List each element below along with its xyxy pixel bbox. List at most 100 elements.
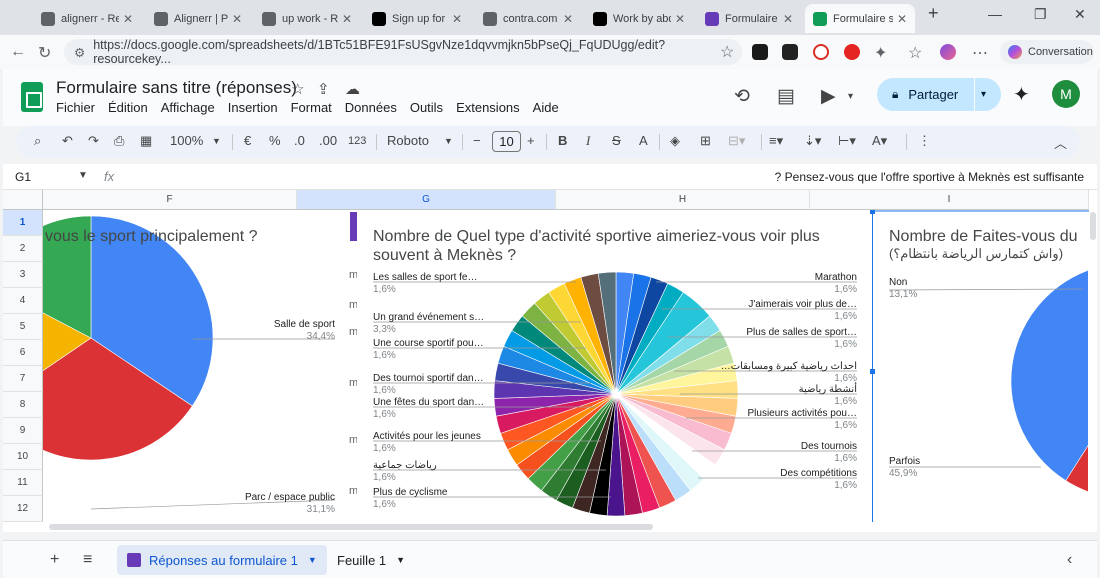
share-button[interactable]: 🔒︎ Partager ▾	[877, 78, 1001, 111]
name-box-dropdown-icon[interactable]: ▼	[78, 170, 88, 181]
menu-item-4[interactable]: Insertion	[228, 100, 278, 115]
increase-decimal-button[interactable]: .00	[319, 133, 337, 148]
strikethrough-button[interactable]: S	[612, 133, 621, 148]
chart-sport-location[interactable]	[43, 210, 349, 522]
extension-icon-4[interactable]	[844, 44, 860, 60]
avatar[interactable]: M	[1052, 80, 1080, 108]
italic-button[interactable]: I	[586, 133, 590, 149]
extension-icon-1[interactable]	[752, 44, 768, 60]
conversation-button[interactable]: Conversation	[1000, 40, 1094, 64]
decrease-font-size-button[interactable]: −	[473, 133, 481, 148]
back-icon[interactable]: ←	[10, 43, 26, 61]
font-dropdown-icon[interactable]: ▼	[444, 136, 453, 146]
vertical-scrollbar[interactable]	[1089, 190, 1097, 532]
version-history-icon[interactable]: ⟲	[734, 85, 750, 108]
tab-close-icon[interactable]: ✕	[563, 12, 573, 26]
text-wrapping-icon[interactable]: ⊢▾	[838, 133, 856, 149]
extension-icon-2[interactable]	[782, 44, 798, 60]
site-info-icon[interactable]: ⚙	[74, 45, 85, 60]
resize-handle[interactable]	[870, 369, 875, 374]
tab-close-icon[interactable]: ✕	[452, 12, 462, 26]
meet-dropdown-icon[interactable]: ▾	[848, 91, 853, 102]
zoom-select[interactable]: 100%	[170, 133, 203, 148]
row-header[interactable]: 6	[3, 340, 43, 366]
sheet-tab-dropdown-icon[interactable]: ▼	[396, 555, 405, 565]
minimize-icon[interactable]: —	[988, 6, 1002, 22]
browser-tab-5[interactable]: contra.com - ✕	[475, 4, 581, 33]
comments-icon[interactable]: ▤	[777, 85, 795, 108]
menu-item-1[interactable]: Fichier	[56, 100, 95, 115]
browser-tab-8[interactable]: Formulaire sa ✕	[805, 4, 915, 33]
all-sheets-icon[interactable]: ≡	[83, 551, 92, 569]
text-rotation-icon[interactable]: A▾	[872, 133, 887, 149]
percent-button[interactable]: %	[269, 133, 281, 148]
row-header[interactable]: 3	[3, 262, 43, 288]
column-header[interactable]: I	[810, 190, 1089, 210]
tab-close-icon[interactable]: ✕	[342, 12, 352, 26]
browser-tab-4[interactable]: Sign up for U ✕	[364, 4, 470, 33]
menu-item-5[interactable]: Format	[291, 100, 332, 115]
row-header[interactable]: 8	[3, 392, 43, 418]
resize-handle[interactable]	[870, 210, 875, 214]
row-header[interactable]: 7	[3, 366, 43, 392]
merge-cells-icon[interactable]: ⊟▾	[728, 133, 745, 149]
gemini-icon[interactable]: ✦	[1013, 82, 1030, 107]
fill-color-icon[interactable]: ◈	[670, 133, 680, 149]
row-header[interactable]: 9	[3, 418, 43, 444]
print-icon[interactable]: ⎙	[114, 133, 124, 149]
menu-item-6[interactable]: Données	[345, 100, 397, 115]
bold-button[interactable]: B	[558, 133, 567, 148]
row-header[interactable]: 1	[3, 210, 43, 236]
menu-item-2[interactable]: Édition	[108, 100, 148, 115]
menu-item-8[interactable]: Extensions	[456, 100, 520, 115]
horizontal-scrollbar[interactable]	[43, 522, 1089, 532]
browser-tab-2[interactable]: Alignerr | Pow ✕	[146, 4, 250, 33]
sheet-tab-2[interactable]: Feuille 1 ▼	[327, 545, 415, 575]
column-header[interactable]: H	[556, 190, 810, 210]
row-header[interactable]: 11	[3, 470, 43, 496]
tab-close-icon[interactable]: ✕	[123, 12, 133, 26]
restore-icon[interactable]: ❐	[1034, 6, 1047, 23]
document-title[interactable]: Formulaire sans titre (réponses)	[56, 78, 297, 98]
zoom-dropdown-icon[interactable]: ▼	[212, 136, 221, 146]
menu-item-9[interactable]: Aide	[533, 100, 559, 115]
text-color-button[interactable]: A	[639, 133, 648, 148]
collapse-toolbar-icon[interactable]: ︿	[1054, 133, 1067, 152]
search-menus-icon[interactable]: ⌕	[34, 133, 41, 149]
spreadsheet-grid[interactable]: FGHI 1 2 3 4 5 6 7 8 9 10 11 12 vous le sport princ…	[3, 190, 1097, 532]
star-icon[interactable]: ☆	[291, 80, 304, 98]
select-all-corner[interactable]	[3, 190, 43, 210]
currency-button[interactable]: €	[244, 133, 251, 148]
sheet-tab-1[interactable]: Réponses au formulaire 1 ▼	[117, 545, 327, 575]
new-tab-icon[interactable]: +	[928, 3, 939, 24]
formula-input[interactable]: ? Pensez-vous que l'offre sportive à Mek…	[775, 170, 1084, 184]
vertical-align-icon[interactable]: ⇣▾	[804, 133, 821, 149]
sheet-tab-dropdown-icon[interactable]: ▼	[308, 555, 317, 565]
decrease-decimal-button[interactable]: .0	[294, 133, 305, 148]
increase-font-size-button[interactable]: +	[527, 133, 535, 148]
tab-close-icon[interactable]: ✕	[783, 12, 793, 26]
explore-collapse-icon[interactable]: ‹	[1067, 551, 1072, 569]
more-toolbar-icon[interactable]: ⋮	[918, 133, 931, 149]
profile-icon[interactable]	[940, 44, 956, 60]
menu-item-3[interactable]: Affichage	[161, 100, 215, 115]
row-header[interactable]: 10	[3, 444, 43, 470]
move-folder-icon[interactable]: ⇪	[317, 80, 330, 98]
url-bar[interactable]: ⚙ https://docs.google.com/spreadsheets/d…	[64, 38, 742, 66]
bookmark-star-icon[interactable]: ☆	[720, 42, 734, 62]
browser-tab-7[interactable]: Formulaire sa ✕	[697, 4, 801, 33]
font-size-input[interactable]: 10	[492, 131, 521, 152]
extension-icon-3[interactable]	[813, 44, 829, 60]
meet-icon[interactable]: ▶	[821, 85, 836, 108]
browser-tab-1[interactable]: alignerr - Rec ✕	[33, 4, 141, 33]
window-close-icon[interactable]: ✕	[1074, 6, 1086, 23]
column-header[interactable]: G	[297, 190, 556, 210]
undo-icon[interactable]: ↶	[62, 133, 73, 149]
more-icon[interactable]: ⋯	[972, 43, 988, 63]
row-header[interactable]: 4	[3, 288, 43, 314]
borders-icon[interactable]: ⊞	[700, 133, 711, 149]
redo-icon[interactable]: ↷	[88, 133, 99, 149]
tab-close-icon[interactable]: ✕	[897, 12, 907, 26]
browser-tab-6[interactable]: Work by abde ✕	[585, 4, 693, 33]
tab-close-icon[interactable]: ✕	[232, 12, 242, 26]
